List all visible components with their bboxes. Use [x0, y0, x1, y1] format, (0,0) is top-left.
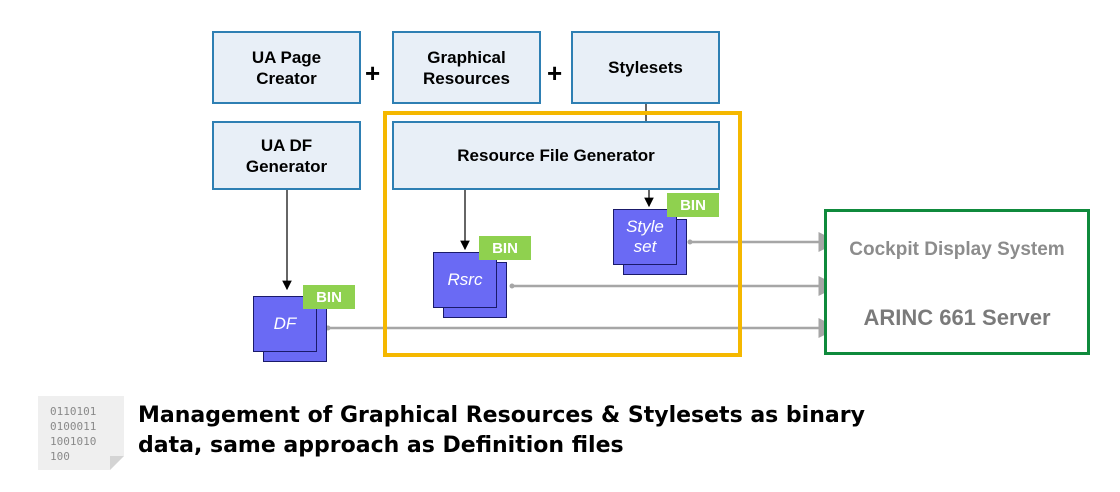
resource-file-generator-box: Resource File Generator: [392, 121, 720, 190]
ua-page-creator-label: UA Page Creator: [251, 47, 322, 88]
stylesets-box: Stylesets: [571, 31, 720, 104]
plus-operator-2: +: [547, 58, 563, 88]
df-bin-badge: BIN: [303, 285, 355, 309]
ua-df-generator-label: UA DF Generator: [245, 135, 328, 176]
df-file-label: DF: [273, 314, 297, 333]
styleset-file-page-front: Style set: [613, 209, 677, 265]
server-title: Cockpit Display System: [849, 239, 1065, 260]
styleset-bin-badge: BIN: [667, 193, 719, 217]
rsrc-file-label: Rsrc: [447, 270, 483, 289]
resource-file-generator-label: Resource File Generator: [457, 146, 655, 165]
cockpit-display-system-box: Cockpit Display System ARINC 661 Server: [824, 209, 1090, 355]
stylesets-label: Stylesets: [608, 58, 683, 77]
plus-operator-1: +: [365, 58, 381, 88]
rsrc-file-page-front: Rsrc: [433, 252, 497, 308]
ua-df-generator-box: UA DF Generator: [212, 121, 361, 190]
server-subtitle: ARINC 661 Server: [863, 305, 1051, 330]
binary-data-icon: 0110101 0100011 1001010 100: [38, 396, 124, 470]
caption-text: Management of Graphical Resources & Styl…: [138, 403, 865, 458]
graphical-resources-box: Graphical Resources: [392, 31, 541, 104]
styleset-file-label: Style set: [626, 217, 664, 256]
ua-page-creator-box: UA Page Creator: [212, 31, 361, 104]
rsrc-bin-badge: BIN: [479, 236, 531, 260]
graphical-resources-label: Graphical Resources: [423, 47, 510, 88]
binary-data-digits: 0110101 0100011 1001010 100: [50, 405, 97, 463]
